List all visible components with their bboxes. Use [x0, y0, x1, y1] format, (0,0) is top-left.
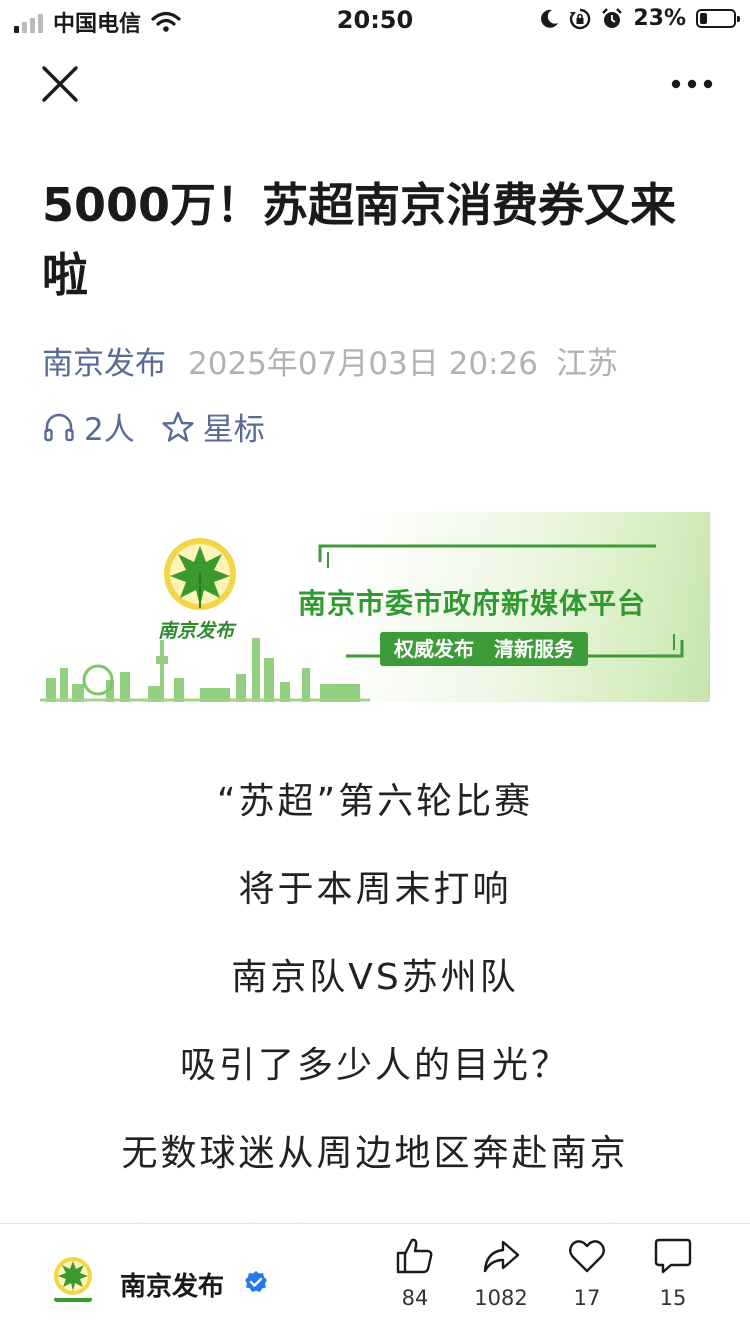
banner-tagline: 权威发布 清新服务 [380, 632, 588, 666]
headphones-icon [44, 413, 74, 441]
recommend-count: 17 [573, 1286, 601, 1310]
wifi-icon [151, 11, 181, 32]
more-options-button[interactable] [670, 70, 714, 98]
article-title: 5000万！苏超南京消费券又来啦 [42, 178, 677, 302]
publish-datetime: 2025年07月03日 20:26 [188, 346, 538, 382]
more-dots-icon [671, 79, 713, 89]
listen-star-row: 2人 星标 [42, 404, 265, 449]
article-meta: 南京发布 2025年07月03日 20:26 江苏 [42, 338, 618, 383]
signal-bars-icon [14, 11, 43, 33]
rotation-lock-icon [570, 8, 591, 29]
body-line: 将于本周末打响 [238, 869, 512, 910]
star-button[interactable]: 星标 [161, 404, 265, 449]
publish-location: 江苏 [555, 346, 618, 382]
verified-badge-icon [245, 1271, 267, 1292]
nanjing-fabu-logo [46, 1254, 100, 1308]
like-count: 84 [401, 1286, 429, 1310]
body-line: “苏超”第六轮比赛 [216, 781, 534, 822]
recommend-button[interactable]: 17 [542, 1236, 632, 1310]
comment-button[interactable]: 15 [628, 1236, 718, 1310]
like-button[interactable]: 84 [370, 1236, 460, 1310]
share-button[interactable]: 1082 [456, 1236, 546, 1310]
thumbs-up-icon [396, 1238, 433, 1274]
share-count: 1082 [474, 1286, 528, 1310]
comment-bubble-icon [654, 1238, 692, 1274]
battery-percent: 23% [633, 6, 686, 31]
status-bar: 中国电信 20:50 23% [0, 0, 750, 40]
listen-button[interactable]: 2人 [42, 404, 135, 449]
alarm-clock-icon [602, 7, 623, 28]
header-banner-image: 南京发布 南京市委市政府新媒体平台 权威发布 清新服务 [40, 512, 710, 702]
star-icon [162, 411, 194, 442]
battery-icon [696, 9, 740, 28]
share-arrow-icon [483, 1240, 520, 1273]
close-icon [42, 66, 78, 102]
comment-count: 15 [659, 1286, 687, 1310]
body-line: 无数球迷从周边地区奔赴南京 [121, 1133, 629, 1174]
account-avatar[interactable] [46, 1254, 100, 1308]
body-line: 吸引了多少人的目光？ [179, 1045, 570, 1086]
heart-icon [569, 1240, 605, 1273]
bottom-action-bar: 南京发布 84 1082 17 15 [0, 1223, 750, 1335]
body-line: 南京队VS苏州队 [231, 957, 519, 998]
do-not-disturb-moon-icon [541, 9, 559, 28]
nanjing-fabu-logo [164, 538, 236, 610]
city-skyline-graphic [40, 638, 370, 702]
listener-count: 2人 [84, 412, 135, 448]
close-button[interactable] [38, 62, 82, 106]
carrier-name: 中国电信 [53, 12, 142, 37]
star-label: 星标 [202, 412, 265, 448]
bottom-account-name[interactable]: 南京发布 [120, 1266, 224, 1303]
banner-headline: 南京市委市政府新媒体平台 [298, 587, 647, 620]
account-link[interactable]: 南京发布 [42, 346, 166, 382]
